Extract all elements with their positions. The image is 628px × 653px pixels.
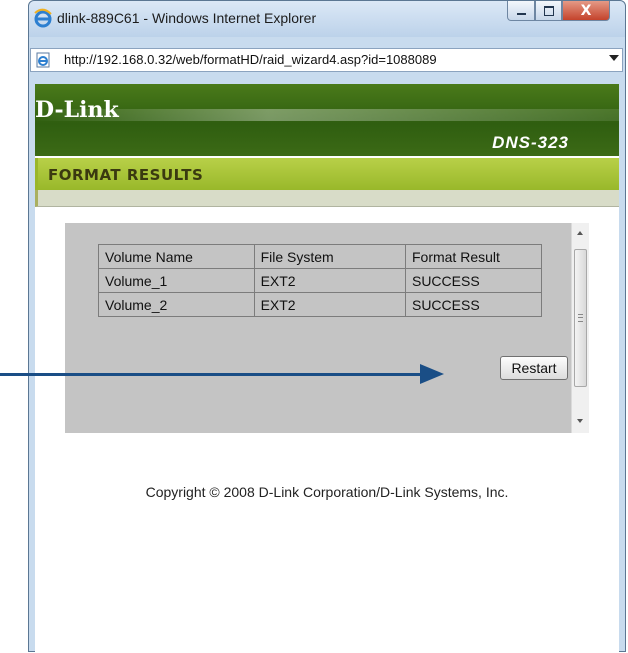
callout-arrow-line	[0, 373, 420, 376]
model-name: DNS-323	[492, 133, 569, 152]
column-header-volume-name: Volume Name	[98, 244, 255, 269]
ie-logo-icon	[34, 8, 52, 28]
scroll-down-icon[interactable]	[577, 419, 583, 423]
address-bar[interactable]: http://192.168.0.32/web/formatHD/raid_wi…	[30, 48, 623, 72]
window-title: dlink-889C61 - Windows Internet Explorer	[57, 10, 317, 26]
format-result-cell: SUCCESS	[404, 292, 543, 317]
callout-arrow-icon	[420, 364, 444, 384]
scroll-thumb[interactable]	[574, 249, 587, 387]
table-row: Volume_1 EXT2 SUCCESS	[98, 268, 543, 293]
url-text[interactable]: http://192.168.0.32/web/formatHD/raid_wi…	[64, 52, 437, 67]
minimize-icon	[516, 12, 526, 15]
file-system-cell: EXT2	[253, 268, 406, 293]
maximize-icon	[543, 5, 554, 16]
title-bar: dlink-889C61 - Windows Internet Explorer…	[29, 1, 625, 37]
table-row: Volume_2 EXT2 SUCCESS	[98, 292, 543, 317]
close-icon: X	[580, 2, 592, 19]
maximize-button[interactable]	[535, 1, 562, 21]
header-shine	[35, 109, 619, 121]
scroll-up-icon[interactable]	[577, 231, 583, 235]
dlink-header: D-Link DNS-323	[35, 84, 619, 156]
scroll-grip-icon	[578, 314, 583, 322]
file-system-cell: EXT2	[253, 292, 406, 317]
results-panel: Volume Name File System Format Result Vo…	[65, 223, 571, 433]
section-title: FORMAT RESULTS	[48, 166, 204, 184]
table-header-row: Volume Name File System Format Result	[98, 244, 543, 269]
volume-name-cell: Volume_1	[98, 268, 255, 293]
close-button[interactable]: X	[562, 1, 610, 21]
format-result-cell: SUCCESS	[404, 268, 543, 293]
vertical-scrollbar[interactable]	[571, 223, 589, 433]
browser-window: dlink-889C61 - Windows Internet Explorer…	[28, 0, 626, 653]
dropdown-arrow-icon[interactable]	[609, 55, 619, 61]
dlink-logo: D-Link	[35, 97, 119, 123]
copyright-text: Copyright © 2008 D-Link Corporation/D-Li…	[145, 484, 509, 500]
minimize-button[interactable]	[507, 1, 535, 21]
format-results-table: Volume Name File System Format Result Vo…	[98, 244, 543, 317]
column-header-file-system: File System	[253, 244, 406, 269]
volume-name-cell: Volume_2	[98, 292, 255, 317]
section-subbar	[35, 190, 619, 207]
column-header-format-result: Format Result	[404, 244, 543, 269]
restart-button[interactable]: Restart	[500, 356, 568, 380]
section-header: FORMAT RESULTS	[35, 158, 619, 190]
page-icon	[36, 52, 50, 68]
page-content: D-Link DNS-323 FORMAT RESULTS Volume Nam…	[35, 84, 619, 653]
